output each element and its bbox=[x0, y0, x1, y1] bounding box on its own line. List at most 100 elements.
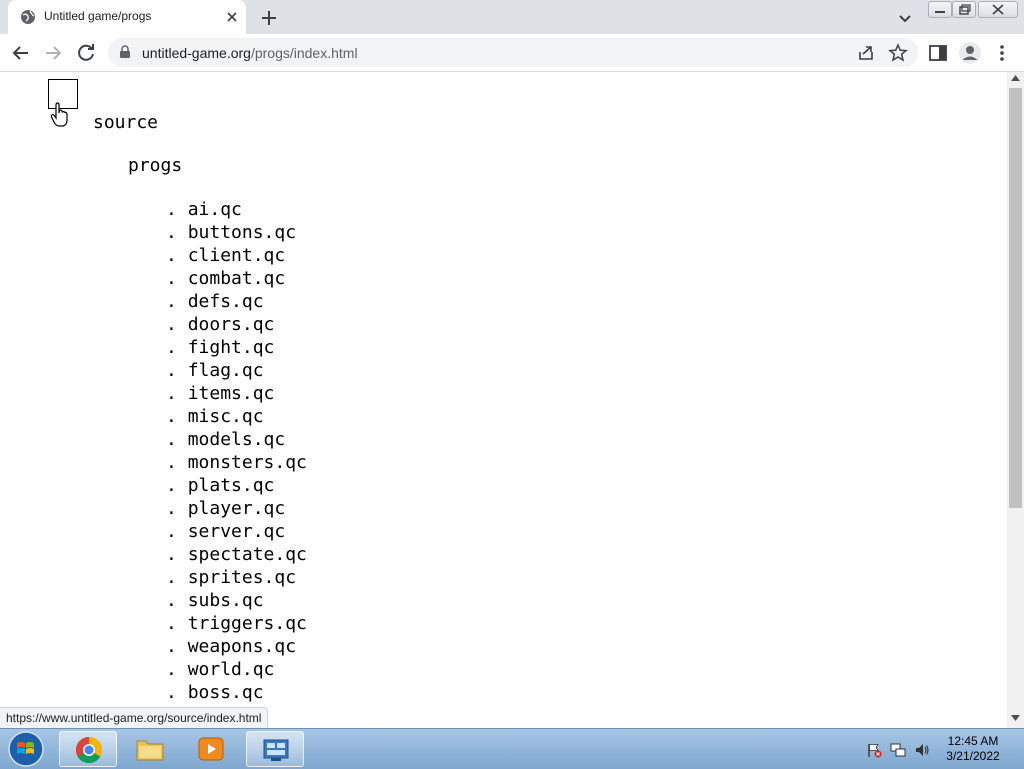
side-panel-icon[interactable] bbox=[927, 42, 949, 64]
file-list-item[interactable]: . player.qc bbox=[166, 497, 307, 520]
list-bullet: . bbox=[166, 222, 188, 243]
file-list-item[interactable]: . defs.qc bbox=[166, 290, 307, 313]
file-link[interactable]: buttons.qc bbox=[188, 222, 296, 243]
volume-icon[interactable] bbox=[914, 742, 930, 758]
file-link[interactable]: client.qc bbox=[188, 245, 286, 266]
file-list-item[interactable]: . client.qc bbox=[166, 244, 307, 267]
file-link[interactable]: player.qc bbox=[188, 498, 286, 519]
vertical-scrollbar[interactable] bbox=[1007, 72, 1024, 728]
minimize-icon bbox=[935, 11, 945, 13]
file-list-item[interactable]: . server.qc bbox=[166, 520, 307, 543]
scroll-up-arrow-icon[interactable] bbox=[1011, 74, 1020, 82]
file-list-item[interactable]: . ai.qc bbox=[166, 198, 307, 221]
file-list-item[interactable]: . weapons.qc bbox=[166, 635, 307, 658]
restore-icon bbox=[959, 4, 971, 15]
file-list-item[interactable]: . subs.qc bbox=[166, 589, 307, 612]
list-bullet: . bbox=[166, 291, 188, 312]
chrome-icon bbox=[75, 736, 103, 764]
file-link[interactable]: plats.qc bbox=[188, 475, 275, 496]
file-link[interactable]: items.qc bbox=[188, 383, 275, 404]
file-list-item[interactable]: . sprites.qc bbox=[166, 566, 307, 589]
plus-icon[interactable] bbox=[258, 7, 280, 29]
file-list-item[interactable]: . plats.qc bbox=[166, 474, 307, 497]
browser-tab[interactable]: Untitled game/progs bbox=[8, 0, 246, 34]
file-list-item[interactable]: . spectate.qc bbox=[166, 543, 307, 566]
minimize-button[interactable] bbox=[928, 1, 952, 18]
file-link[interactable]: monsters.qc bbox=[188, 452, 307, 473]
list-bullet: . bbox=[166, 544, 188, 565]
file-list-item[interactable]: . models.qc bbox=[166, 428, 307, 451]
file-link[interactable]: ai.qc bbox=[188, 199, 242, 220]
file-link[interactable]: subs.qc bbox=[188, 590, 264, 611]
file-link[interactable]: triggers.qc bbox=[188, 613, 307, 634]
list-bullet: . bbox=[166, 590, 188, 611]
browser-toolbar: untitled-game.org/progs/index.html bbox=[0, 34, 1024, 72]
file-list-item[interactable]: . doors.qc bbox=[166, 313, 307, 336]
list-bullet: . bbox=[166, 406, 188, 427]
file-list-item[interactable]: . triggers.qc bbox=[166, 612, 307, 635]
file-list-item[interactable]: . flag.qc bbox=[166, 359, 307, 382]
list-bullet: . bbox=[166, 452, 188, 473]
folder-icon bbox=[136, 740, 164, 761]
share-icon[interactable] bbox=[856, 43, 876, 63]
lock-icon[interactable] bbox=[118, 45, 132, 59]
reload-icon[interactable] bbox=[75, 42, 97, 64]
file-list-item[interactable]: . combat.qc bbox=[166, 267, 307, 290]
file-list-item[interactable]: . buttons.qc bbox=[166, 221, 307, 244]
folder-progs-label[interactable]: progs bbox=[128, 155, 182, 176]
list-bullet: . bbox=[166, 682, 188, 703]
folder-source-label[interactable]: source bbox=[93, 112, 158, 133]
file-link[interactable]: server.qc bbox=[188, 521, 286, 542]
file-link[interactable]: defs.qc bbox=[188, 291, 264, 312]
kebab-menu-icon[interactable] bbox=[992, 42, 1012, 64]
taskbar-media-player-button[interactable] bbox=[182, 731, 240, 767]
chevron-down-icon[interactable] bbox=[894, 7, 916, 29]
close-window-button[interactable] bbox=[978, 1, 1018, 18]
list-bullet: . bbox=[166, 314, 188, 335]
taskbar-control-panel-button[interactable] bbox=[246, 731, 304, 767]
list-bullet: . bbox=[166, 360, 188, 381]
list-bullet: . bbox=[166, 521, 188, 542]
file-link[interactable]: doors.qc bbox=[188, 314, 275, 335]
file-link[interactable]: models.qc bbox=[188, 429, 286, 450]
tab-strip: Untitled game/progs bbox=[0, 0, 1024, 34]
clock-time: 12:45 AM bbox=[947, 734, 999, 748]
close-icon[interactable] bbox=[224, 9, 240, 25]
address-bar[interactable]: untitled-game.org/progs/index.html bbox=[108, 38, 918, 67]
file-link[interactable]: sprites.qc bbox=[188, 567, 296, 588]
maximize-button[interactable] bbox=[952, 1, 976, 18]
tab-title: Untitled game/progs bbox=[44, 9, 152, 23]
file-list-item[interactable]: . fight.qc bbox=[166, 336, 307, 359]
windows-taskbar: 12:45 AM 3/21/2022 bbox=[0, 728, 1024, 769]
profile-icon[interactable] bbox=[958, 41, 982, 65]
file-link[interactable]: misc.qc bbox=[188, 406, 264, 427]
url-text: untitled-game.org/progs/index.html bbox=[142, 45, 358, 61]
url-host: untitled-game.org bbox=[142, 45, 251, 61]
file-link[interactable]: combat.qc bbox=[188, 268, 286, 289]
scroll-down-arrow-icon[interactable] bbox=[1011, 714, 1020, 722]
star-icon[interactable] bbox=[888, 43, 908, 63]
file-link[interactable]: flag.qc bbox=[188, 360, 264, 381]
file-link[interactable]: boss.qc bbox=[188, 682, 264, 703]
list-bullet: . bbox=[166, 636, 188, 657]
arrow-left-icon[interactable] bbox=[10, 42, 32, 64]
arrow-right-icon[interactable] bbox=[42, 42, 64, 64]
list-bullet: . bbox=[166, 245, 188, 266]
file-link[interactable]: fight.qc bbox=[188, 337, 275, 358]
status-url-bubble: https://www.untitled-game.org/source/ind… bbox=[0, 707, 269, 729]
windows-start-icon[interactable] bbox=[4, 730, 48, 768]
file-list-item[interactable]: . items.qc bbox=[166, 382, 307, 405]
network-icon[interactable] bbox=[890, 742, 906, 758]
taskbar-explorer-button[interactable] bbox=[121, 731, 179, 767]
file-link[interactable]: world.qc bbox=[188, 659, 275, 680]
system-clock[interactable]: 12:45 AM 3/21/2022 bbox=[936, 734, 1010, 764]
action-center-flag-icon[interactable] bbox=[866, 742, 882, 758]
scrollbar-thumb[interactable] bbox=[1009, 88, 1022, 508]
taskbar-chrome-button[interactable] bbox=[59, 731, 117, 767]
file-list-item[interactable]: . monsters.qc bbox=[166, 451, 307, 474]
file-list-item[interactable]: . world.qc bbox=[166, 658, 307, 681]
file-link[interactable]: weapons.qc bbox=[188, 636, 296, 657]
file-link[interactable]: spectate.qc bbox=[188, 544, 307, 565]
file-list-item[interactable]: . boss.qc bbox=[166, 681, 307, 704]
file-list-item[interactable]: . misc.qc bbox=[166, 405, 307, 428]
